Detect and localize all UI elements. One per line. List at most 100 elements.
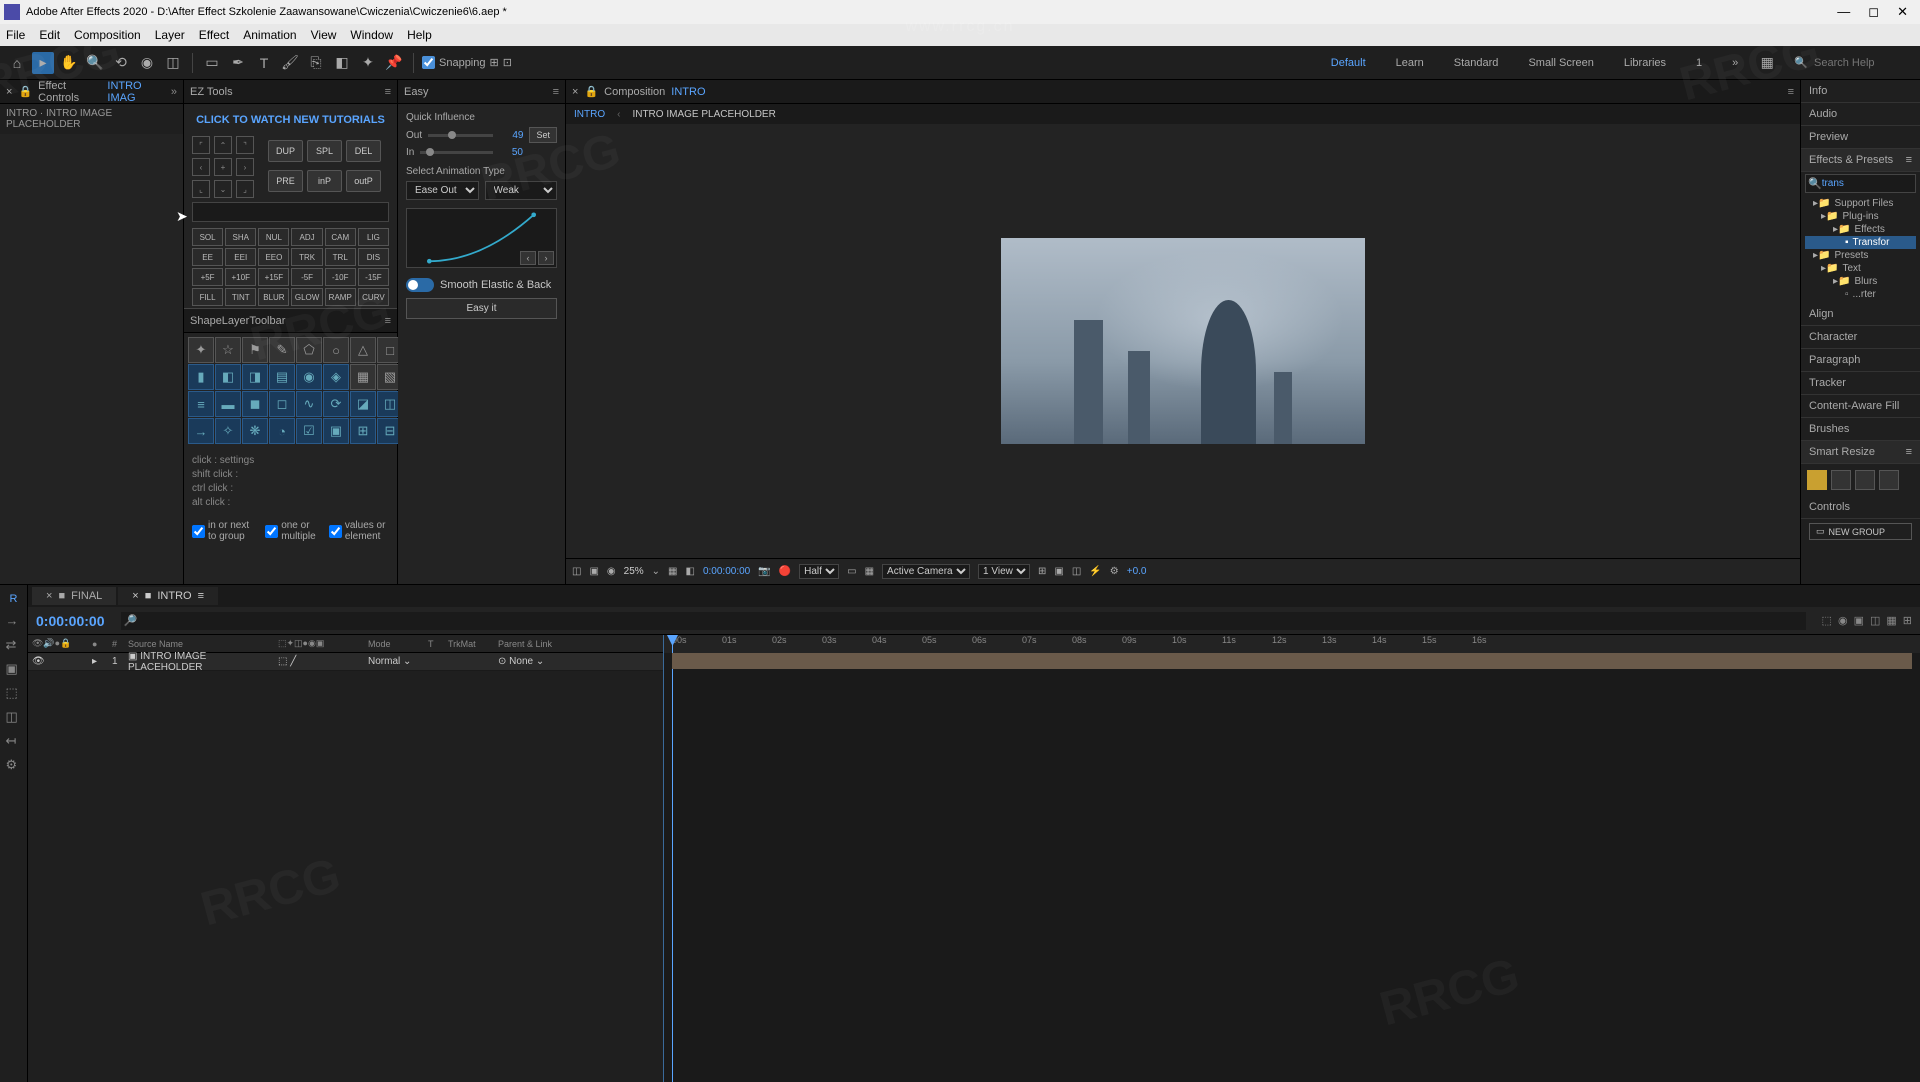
out-value[interactable]: 49 bbox=[499, 130, 523, 141]
text-tool-icon[interactable]: T bbox=[253, 52, 275, 74]
anchor-r-icon[interactable]: › bbox=[236, 158, 254, 176]
curve-prev-button[interactable]: ‹ bbox=[520, 251, 536, 265]
anchor-l-icon[interactable]: ‹ bbox=[192, 158, 210, 176]
paragraph-panel-tab[interactable]: Paragraph bbox=[1801, 349, 1920, 372]
footer-draft-icon[interactable]: ◫ bbox=[1072, 566, 1081, 577]
ez-glow-button[interactable]: GLOW bbox=[291, 288, 322, 306]
anim-type-select[interactable]: Ease Out bbox=[406, 181, 479, 200]
pen-tool-icon[interactable]: ✒ bbox=[227, 52, 249, 74]
ez-del-button[interactable]: DEL bbox=[346, 140, 381, 162]
sl-c1-icon[interactable]: ≡ bbox=[188, 391, 214, 417]
smart-resize-tab[interactable]: Smart Resize≡ bbox=[1801, 441, 1920, 464]
menu-animation[interactable]: Animation bbox=[243, 28, 296, 42]
workspace-standard[interactable]: Standard bbox=[1440, 53, 1513, 73]
snapshot-icon[interactable]: 📷 bbox=[758, 566, 770, 577]
sl-c4-icon[interactable]: ◻ bbox=[269, 391, 295, 417]
roi-icon[interactable]: ▭ bbox=[847, 566, 856, 577]
rect-tool-icon[interactable]: ▭ bbox=[201, 52, 223, 74]
comp-close-icon[interactable]: × bbox=[572, 86, 578, 98]
anchor-tl-icon[interactable]: ⌜ bbox=[192, 136, 210, 154]
col-trkmat[interactable]: TrkMat bbox=[444, 639, 494, 649]
ez-cam-button[interactable]: CAM bbox=[325, 228, 356, 246]
tl-hicon-1[interactable]: ⬚ bbox=[1822, 614, 1832, 627]
ez-ee-button[interactable]: EE bbox=[192, 248, 223, 266]
ez-trl-button[interactable]: TRL bbox=[325, 248, 356, 266]
ez-fill-button[interactable]: FILL bbox=[192, 288, 223, 306]
sl-d5-icon[interactable]: ☑ bbox=[296, 418, 322, 444]
sl-tool-1-icon[interactable]: ✦ bbox=[188, 337, 214, 363]
tree-blurs[interactable]: ▸📁 Blurs bbox=[1805, 275, 1916, 288]
sl-b1-icon[interactable]: ▮ bbox=[188, 364, 214, 390]
ez-m5f-button[interactable]: -5F bbox=[291, 268, 322, 286]
timeline-timecode[interactable]: 0:00:00:00 bbox=[36, 613, 105, 629]
ez-outp-button[interactable]: outP bbox=[346, 170, 381, 192]
menu-view[interactable]: View bbox=[311, 28, 337, 42]
sl-b6-icon[interactable]: ◈ bbox=[323, 364, 349, 390]
comp-lock-icon[interactable]: 🔒 bbox=[584, 85, 598, 98]
tree-text[interactable]: ▸📁 Text bbox=[1805, 262, 1916, 275]
easy-it-button[interactable]: Easy it bbox=[406, 298, 557, 319]
ez-name-input[interactable] bbox=[192, 202, 389, 222]
ez-dis-button[interactable]: DIS bbox=[358, 248, 389, 266]
workspace-more-icon[interactable]: » bbox=[1718, 53, 1752, 73]
timeline-tab-intro[interactable]: × ■ INTRO ≡ bbox=[118, 587, 218, 605]
audio-panel-tab[interactable]: Audio bbox=[1801, 103, 1920, 126]
rq-icon-3[interactable]: ▣ bbox=[6, 661, 22, 677]
ez-lig-button[interactable]: LIG bbox=[358, 228, 389, 246]
sl-b5-icon[interactable]: ◉ bbox=[296, 364, 322, 390]
clone-tool-icon[interactable]: ⎘ bbox=[305, 52, 327, 74]
new-group-button[interactable]: ▭ NEW GROUP bbox=[1809, 523, 1912, 540]
tree-rter[interactable]: ▫ ...rter bbox=[1805, 288, 1916, 301]
ez-trk-button[interactable]: TRK bbox=[291, 248, 322, 266]
selection-tool-icon[interactable]: ▸ bbox=[32, 52, 54, 74]
sl-check-group[interactable]: in or next to group bbox=[192, 520, 253, 542]
zoom-dropdown-icon[interactable]: ⌄ bbox=[652, 566, 660, 577]
ez-m15f-button[interactable]: -15F bbox=[358, 268, 389, 286]
footer-renderer-icon[interactable]: ▣ bbox=[1054, 566, 1063, 577]
ez-nul-button[interactable]: NUL bbox=[258, 228, 289, 246]
tree-plugins[interactable]: ▸📁 Plug-ins bbox=[1805, 210, 1916, 223]
timeline-search-input[interactable] bbox=[121, 612, 1806, 630]
tl-hicon-6[interactable]: ⊞ bbox=[1903, 614, 1912, 627]
roto-tool-icon[interactable]: ✦ bbox=[357, 52, 379, 74]
search-help-input[interactable] bbox=[1814, 57, 1914, 69]
sl-c6-icon[interactable]: ⟳ bbox=[323, 391, 349, 417]
composition-viewer[interactable] bbox=[566, 124, 1800, 558]
ez-p10f-button[interactable]: +10F bbox=[225, 268, 256, 286]
sl-d4-icon[interactable]: ◔ bbox=[269, 418, 295, 444]
footer-icon-2[interactable]: ▣ bbox=[589, 566, 598, 577]
footer-icon-3[interactable]: ◉ bbox=[607, 566, 616, 577]
sl-check-values[interactable]: values or element bbox=[329, 520, 389, 542]
align-panel-tab[interactable]: Align bbox=[1801, 303, 1920, 326]
snap-opt1-icon[interactable]: ⊞ bbox=[490, 56, 499, 69]
footer-icon-1[interactable]: ◫ bbox=[572, 566, 581, 577]
character-panel-tab[interactable]: Character bbox=[1801, 326, 1920, 349]
sl-b2-icon[interactable]: ◧ bbox=[215, 364, 241, 390]
ez-curv-button[interactable]: CURV bbox=[358, 288, 389, 306]
brush-tool-icon[interactable]: 🖌 bbox=[279, 52, 301, 74]
menu-edit[interactable]: Edit bbox=[39, 28, 60, 42]
strength-select[interactable]: Weak bbox=[485, 181, 558, 200]
ez-sol-button[interactable]: SOL bbox=[192, 228, 223, 246]
sl-c7-icon[interactable]: ◪ bbox=[350, 391, 376, 417]
menu-effect[interactable]: Effect bbox=[199, 28, 229, 42]
menu-window[interactable]: Window bbox=[350, 28, 393, 42]
smooth-toggle[interactable] bbox=[406, 278, 434, 292]
rq-icon-1[interactable]: → bbox=[6, 613, 22, 629]
tree-presets[interactable]: ▸📁 Presets bbox=[1805, 249, 1916, 262]
sl-d3-icon[interactable]: ❋ bbox=[242, 418, 268, 444]
sr-icon-2[interactable] bbox=[1831, 470, 1851, 490]
exposure-value[interactable]: +0.0 bbox=[1127, 566, 1147, 577]
anchor-bl-icon[interactable]: ⌞ bbox=[192, 180, 210, 198]
ez-eeo-button[interactable]: EEO bbox=[258, 248, 289, 266]
tl-hicon-4[interactable]: ◫ bbox=[1870, 614, 1880, 627]
toolbar-grid-icon[interactable]: ▦ bbox=[1756, 52, 1778, 74]
ez-tutorials-link[interactable]: CLICK TO WATCH NEW TUTORIALS bbox=[184, 104, 397, 136]
anchor-br-icon[interactable]: ⌟ bbox=[236, 180, 254, 198]
view-select[interactable]: 1 View bbox=[978, 564, 1030, 579]
content-aware-panel-tab[interactable]: Content-Aware Fill bbox=[1801, 395, 1920, 418]
anchor-b-icon[interactable]: ⌄ bbox=[214, 180, 232, 198]
ez-tools-tab-label[interactable]: EZ Tools bbox=[190, 86, 233, 98]
menu-help[interactable]: Help bbox=[407, 28, 432, 42]
home-icon[interactable]: ⌂ bbox=[6, 52, 28, 74]
